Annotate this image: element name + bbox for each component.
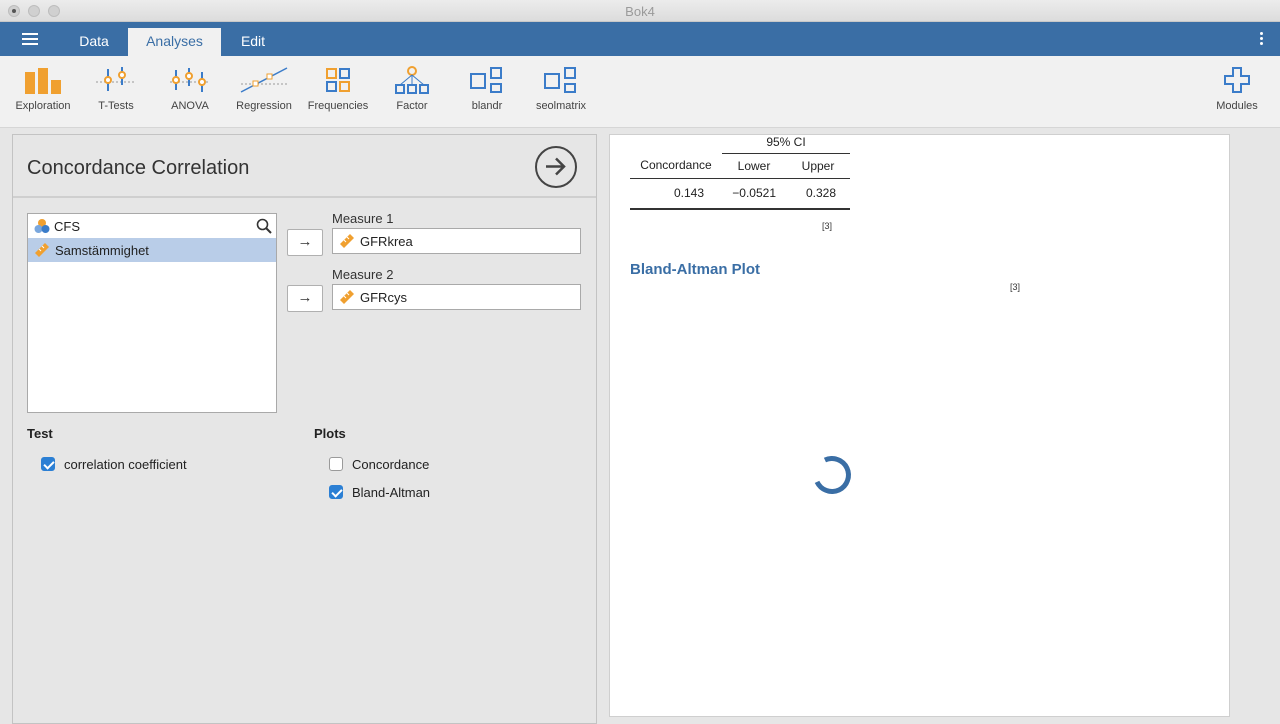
results-scroll-gutter xyxy=(1230,134,1280,724)
value-upper: 0.328 xyxy=(805,186,836,200)
panel-title: Concordance Correlation xyxy=(27,157,250,179)
plus-icon xyxy=(1224,67,1250,93)
value-concordance: 0.143 xyxy=(673,186,704,200)
arrow-right-icon xyxy=(546,157,566,176)
ribbon-regression-button[interactable]: Regression xyxy=(227,66,301,112)
ribbon-modules-button[interactable]: Modules xyxy=(1200,66,1274,112)
ribbon-frequencies-label: Frequencies xyxy=(307,100,369,112)
checkbox-label: Bland-Altman xyxy=(352,485,431,500)
ribbon-t-tests-label: T-Tests xyxy=(98,100,134,112)
ribbon-anova-button[interactable]: ANOVA xyxy=(153,66,227,112)
col-lower-header: Lower xyxy=(737,159,771,173)
regression-icon xyxy=(240,67,288,93)
results-panel: 95% CI Concordance Lower Upper 0.143 −0.… xyxy=(609,134,1230,717)
value-lower: −0.0521 xyxy=(732,186,776,200)
measure1-field[interactable]: GFRkrea xyxy=(332,228,581,254)
move-to-measure1-button[interactable]: → xyxy=(287,229,323,256)
variable-item-label: Samstämmighet xyxy=(55,243,149,258)
seolmatrix-icon xyxy=(544,67,576,93)
ribbon-regression-label: Regression xyxy=(236,100,292,112)
table-bottom-rule xyxy=(630,208,850,210)
plot-footnote: [3] xyxy=(1010,282,1021,292)
variable-item[interactable]: Samstämmighet xyxy=(28,238,276,262)
variable-search-row[interactable]: CFS xyxy=(28,214,276,238)
measure2-field[interactable]: GFRcys xyxy=(332,284,581,310)
ribbon-anova-label: ANOVA xyxy=(171,100,209,112)
ribbon-factor-button[interactable]: Factor xyxy=(375,66,449,112)
measure2-label: Measure 2 xyxy=(332,267,394,282)
ribbon-blandr-label: blandr xyxy=(471,100,503,112)
loading-spinner-icon xyxy=(807,450,857,500)
table-header-rule xyxy=(630,178,850,179)
tab-analyses[interactable]: Analyses xyxy=(128,28,221,56)
tab-edit[interactable]: Edit xyxy=(224,28,282,56)
t-tests-icon xyxy=(96,67,136,91)
factor-icon xyxy=(395,66,429,94)
continuous-variable-icon xyxy=(35,243,49,257)
window-title: Bok4 xyxy=(625,4,655,19)
analyses-ribbon: Exploration T-Tests ANOVA Regression Fre… xyxy=(0,56,1280,128)
plots-heading: Plots xyxy=(314,426,346,441)
results-bottom-gutter xyxy=(609,717,1230,724)
checkbox-checked[interactable] xyxy=(41,457,55,471)
analysis-options-panel: Concordance Correlation CFS Samstämmighe… xyxy=(12,134,597,724)
ribbon-frequencies-button[interactable]: Frequencies xyxy=(301,66,375,112)
ci-underline xyxy=(722,153,850,154)
menu-bar: Data Analyses Edit xyxy=(0,22,1280,56)
ribbon-blandr-button[interactable]: blandr xyxy=(450,66,524,112)
variable-search-label: CFS xyxy=(54,219,80,234)
table-footnote: [3] xyxy=(822,221,833,231)
ribbon-seolmatrix-button[interactable]: seolmatrix xyxy=(524,66,598,112)
frequencies-icon xyxy=(326,68,350,92)
search-icon[interactable] xyxy=(256,218,272,234)
checkbox-label: correlation coefficient xyxy=(64,457,187,472)
continuous-variable-icon xyxy=(340,234,354,248)
ribbon-factor-label: Factor xyxy=(396,100,428,112)
move-to-measure2-button[interactable]: → xyxy=(287,285,323,312)
more-options-icon[interactable] xyxy=(1260,32,1264,47)
window-titlebar: Bok4 xyxy=(0,0,1280,22)
measure2-value: GFRcys xyxy=(360,290,407,305)
ribbon-exploration-button[interactable]: Exploration xyxy=(6,66,80,112)
nominal-variable-icon xyxy=(34,219,50,233)
ribbon-t-tests-button[interactable]: T-Tests xyxy=(79,66,153,112)
tab-data[interactable]: Data xyxy=(62,28,126,56)
checkbox-label: Concordance xyxy=(352,457,430,472)
ribbon-modules-label: Modules xyxy=(1216,100,1258,112)
bland-altman-plot-title: Bland-Altman Plot xyxy=(630,261,760,278)
ribbon-exploration-label: Exploration xyxy=(15,100,71,112)
checkbox-checked[interactable] xyxy=(329,485,343,499)
test-heading: Test xyxy=(27,426,53,441)
ribbon-seolmatrix-label: seolmatrix xyxy=(535,100,587,112)
anova-icon xyxy=(170,68,210,92)
go-arrow-button[interactable] xyxy=(535,146,577,188)
col-concordance-header: Concordance xyxy=(640,158,712,172)
blandr-icon xyxy=(470,67,502,93)
checkbox-unchecked[interactable] xyxy=(329,457,343,471)
measure1-value: GFRkrea xyxy=(360,234,413,249)
hamburger-menu-icon[interactable] xyxy=(22,33,38,45)
exploration-icon xyxy=(25,68,61,94)
continuous-variable-icon xyxy=(340,290,354,304)
measure1-label: Measure 1 xyxy=(332,211,394,226)
variable-list[interactable]: CFS Samstämmighet xyxy=(27,213,277,413)
ci-header: 95% CI xyxy=(766,135,806,149)
panel-divider xyxy=(13,196,596,198)
col-upper-header: Upper xyxy=(801,159,835,173)
